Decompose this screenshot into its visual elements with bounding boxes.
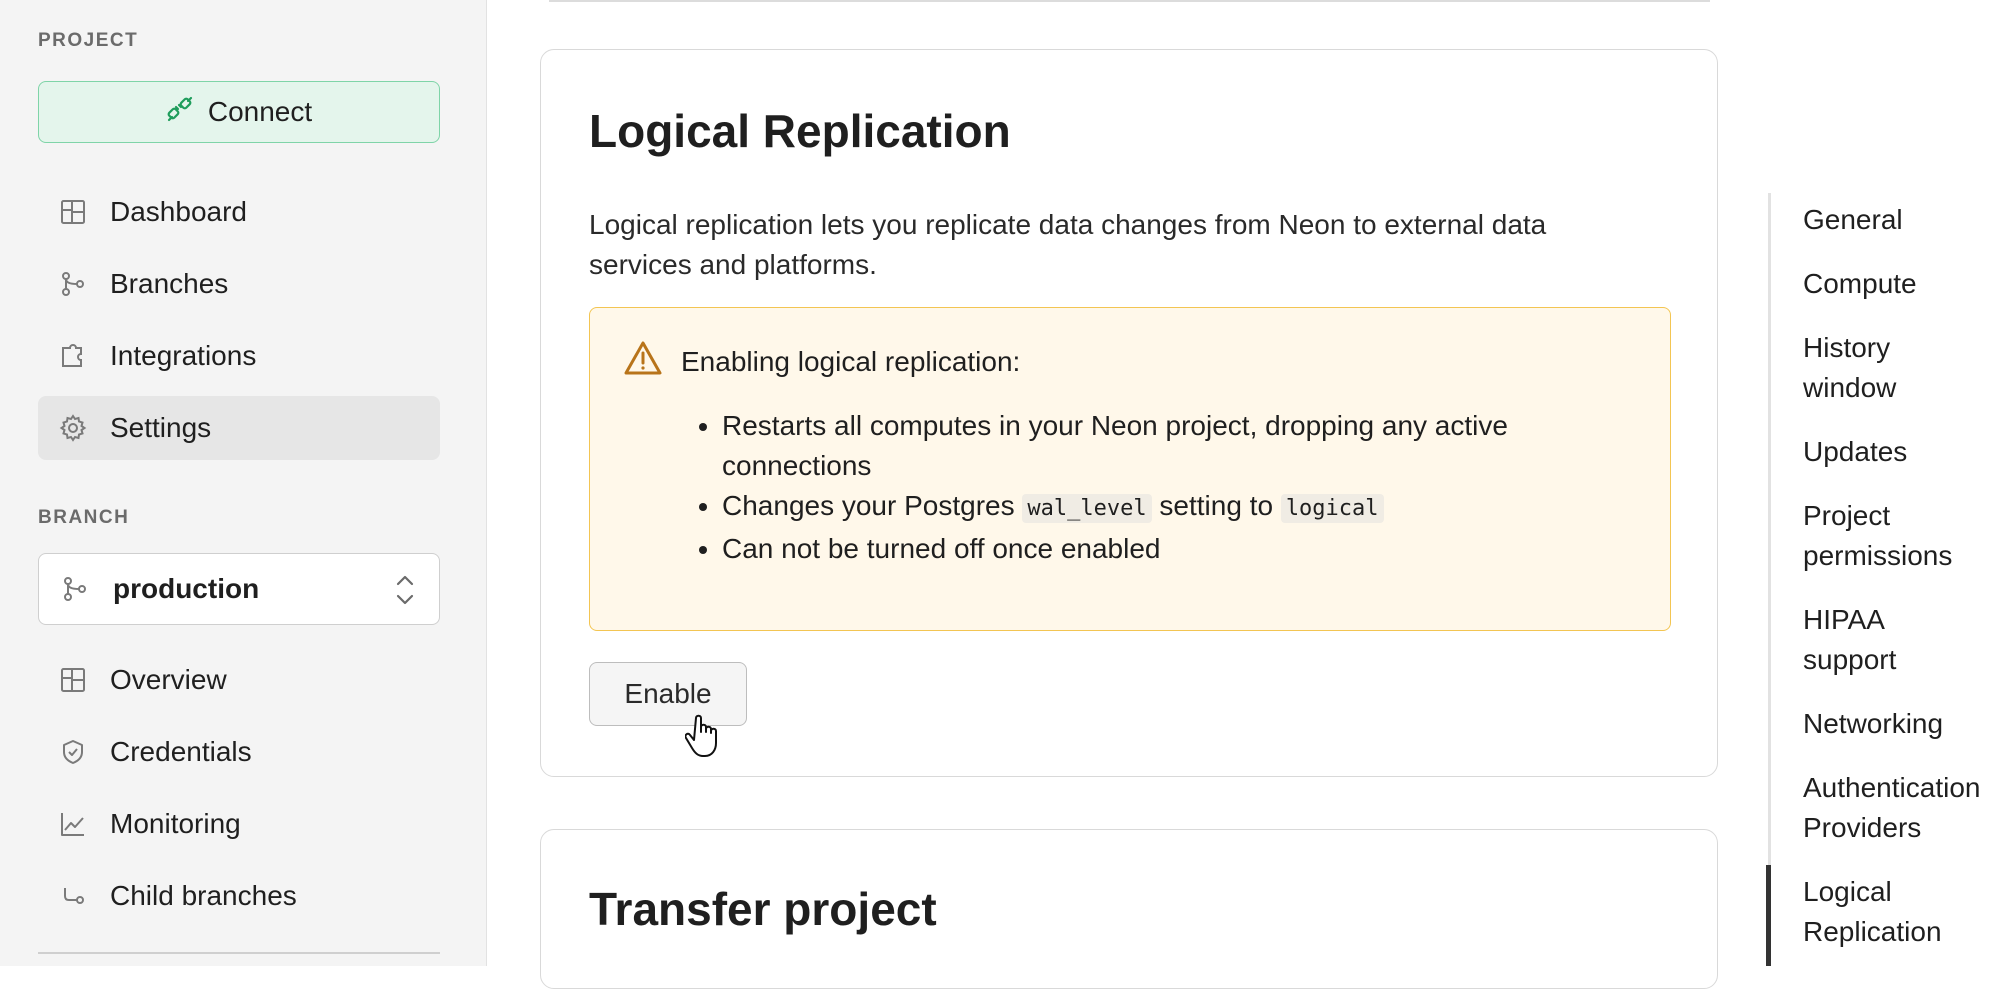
sidebar-item-branches[interactable]: Branches <box>38 252 440 316</box>
logical-replication-card: Logical Replication Logical replication … <box>540 49 1718 777</box>
puzzle-icon <box>56 339 90 373</box>
toc-item-hipaa-support[interactable]: HIPAA support <box>1803 600 1953 680</box>
warning-title: Enabling logical replication: <box>681 345 1021 377</box>
sidebar-item-label: Overview <box>110 664 227 695</box>
toc-item-general[interactable]: General <box>1803 200 2010 240</box>
branch-selector[interactable]: production <box>38 553 440 625</box>
dashboard-icon <box>56 663 90 697</box>
sidebar-item-integrations[interactable]: Integrations <box>38 324 440 388</box>
warning-bullet: Restarts all computes in your Neon proje… <box>722 406 1642 486</box>
sidebar-item-label: Dashboard <box>110 196 247 227</box>
sidebar-item-label: Credentials <box>110 736 252 767</box>
sidebar-item-overview[interactable]: Overview <box>38 648 440 712</box>
warning-list: Restarts all computes in your Neon proje… <box>690 406 1642 569</box>
branch-icon <box>59 573 91 605</box>
card-title: Logical Replication <box>589 105 1011 157</box>
hand-cursor-icon <box>684 714 721 763</box>
warning-header: Enabling logical replication: <box>623 340 1020 383</box>
sidebar-item-credentials[interactable]: Credentials <box>38 720 440 784</box>
bullet-text: setting to <box>1159 490 1274 521</box>
sidebar-item-child-branches[interactable]: Child branches <box>38 864 440 928</box>
logical-code: logical <box>1280 494 1384 523</box>
card-title: Transfer project <box>589 883 937 935</box>
sidebar-item-label: Settings <box>110 412 212 443</box>
sidebar-item-monitoring[interactable]: Monitoring <box>38 792 440 856</box>
sidebar-item-label: Monitoring <box>110 808 241 839</box>
shield-icon <box>56 735 90 769</box>
gear-icon <box>56 411 90 445</box>
enable-button[interactable]: Enable <box>589 662 747 726</box>
connect-button[interactable]: Connect <box>38 81 440 143</box>
toc-active-indicator <box>1766 865 1771 966</box>
warning-bullet: Changes your Postgres wal_level setting … <box>722 486 1642 529</box>
warning-icon <box>623 340 663 383</box>
transfer-project-card: Transfer project <box>540 829 1718 989</box>
child-branch-icon <box>56 879 90 913</box>
toc-item-history-window[interactable]: History window <box>1803 328 1953 408</box>
sidebar-item-label: Integrations <box>110 340 257 371</box>
sidebar-item-label: Child branches <box>110 880 297 911</box>
branch-selected-value: production <box>113 573 260 604</box>
toc-rail <box>1768 193 1771 966</box>
card-description: Logical replication lets you replicate d… <box>589 209 1547 280</box>
project-section-label: PROJECT <box>38 30 139 51</box>
plug-icon <box>166 95 194 130</box>
chevron-updown-icon <box>395 572 415 615</box>
wal-level-code: wal_level <box>1022 494 1152 523</box>
sidebar-item-label: Branches <box>110 268 229 299</box>
bullet-text: Changes your Postgres <box>722 490 1015 521</box>
toc-item-logical-replication[interactable]: Logical Replication <box>1803 872 1973 952</box>
connect-label: Connect <box>207 96 313 127</box>
toc-item-project-permissions[interactable]: Project permissions <box>1803 496 1973 576</box>
top-divider <box>549 0 1710 2</box>
toc-item-updates[interactable]: Updates <box>1803 432 2010 472</box>
sidebar: PROJECT Connect Dashboard Branches Integ… <box>0 0 487 966</box>
warning-bullet: Can not be turned off once enabled <box>722 529 1642 569</box>
sidebar-item-dashboard[interactable]: Dashboard <box>38 180 440 244</box>
toc-item-compute[interactable]: Compute <box>1803 264 2010 304</box>
branch-icon <box>56 267 90 301</box>
dashboard-icon <box>56 195 90 229</box>
branch-section-label: BRANCH <box>38 507 130 528</box>
warning-callout: Enabling logical replication: Restarts a… <box>589 307 1671 631</box>
sidebar-divider <box>38 952 440 954</box>
chart-icon <box>56 807 90 841</box>
sidebar-item-settings[interactable]: Settings <box>38 396 440 460</box>
toc-item-authentication-providers[interactable]: Authentication Providers <box>1803 768 2008 848</box>
toc-item-networking[interactable]: Networking <box>1803 704 2010 744</box>
